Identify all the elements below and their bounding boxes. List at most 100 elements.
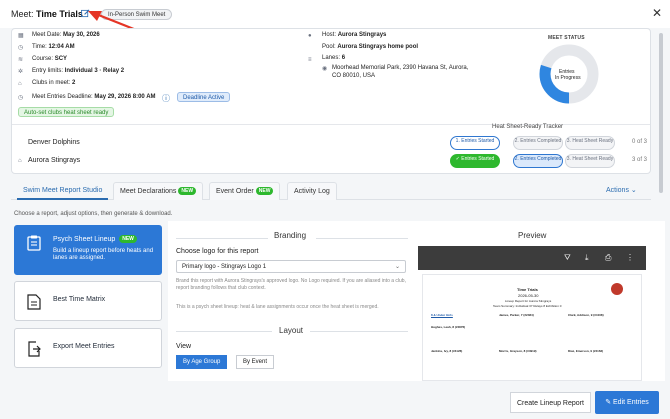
new-badge: NEW <box>255 187 274 195</box>
time-label: Time: <box>32 44 47 50</box>
denver-step-count: 0 of 3 <box>632 139 648 145</box>
club-name-aurora: Aurora Stingrays <box>28 157 81 164</box>
logo-select[interactable]: Primary logo - Stingrays Logo 1 ⌄ <box>176 260 406 273</box>
create-lineup-report-button[interactable]: Create Lineup Report <box>510 392 591 413</box>
tab-meet-declarations[interactable]: Meet Declarations NEW <box>113 182 204 200</box>
logo-select-value: Primary logo - Stingrays Logo 1 <box>182 264 267 270</box>
new-badge: NEW <box>178 187 197 195</box>
view-by-age-group-button[interactable]: By Age Group <box>176 355 228 369</box>
new-badge: NEW <box>119 235 137 243</box>
swimmer-icon: ✲ <box>18 69 24 75</box>
download-icon[interactable]: ⤓ <box>585 253 589 263</box>
report-best-time-matrix[interactable]: Best Time Matrix <box>14 281 162 321</box>
meet-name: Time Trials <box>36 9 83 19</box>
clubs-label: Clubs in meet: <box>32 80 71 86</box>
report-export-meet-entries[interactable]: Export Meet Entries <box>14 328 162 368</box>
layout-rule-left <box>176 331 272 332</box>
export-meet-entries-title: Export Meet Entries <box>53 343 115 350</box>
preview-heading: Preview <box>518 231 547 240</box>
actions-menu[interactable]: Actions ⌄ <box>606 186 637 194</box>
meet-info-card: ▦ Meet Date: May 30, 2026 ◷ Time: 12:04 … <box>11 28 651 174</box>
tab-meet-declarations-label: Meet Declarations <box>120 188 177 195</box>
doc-name: James, Parker, 7 (#2484) <box>499 313 534 317</box>
team-logo <box>611 283 623 295</box>
edit-entries-label: Edit Entries <box>613 399 649 406</box>
course-label: Course: <box>32 56 54 62</box>
entry-limits: Individual 3 · Relay 2 <box>64 68 125 74</box>
clock-icon: ◷ <box>18 45 24 51</box>
clipboard-icon <box>27 235 41 251</box>
document-icon <box>27 294 41 310</box>
tab-activity-log[interactable]: Activity Log <box>287 182 337 200</box>
lanes-value: 6 <box>341 55 346 61</box>
doc-date: 2026-05-30 <box>518 293 539 298</box>
doc-summary: Team Summary: Individual 37 Relays 8 Exh… <box>493 304 562 308</box>
branding-rule-right <box>316 238 408 239</box>
tab-event-order-label: Event Order <box>216 188 254 195</box>
host-label: Host: <box>322 32 337 38</box>
branding-rule-left <box>176 238 268 239</box>
branding-note: Brand this report with Aurora Stingrays'… <box>176 278 406 291</box>
host-value: Aurora Stingrays <box>337 32 387 38</box>
tab-bar: Swim Meet Report Studio Meet Declaration… <box>11 182 651 200</box>
tab-report-studio-label: Swim Meet Report Studio <box>23 187 103 194</box>
club-name-denver: Denver Dolphins <box>28 139 80 146</box>
instruction-text: Choose a report, adjust options, then ge… <box>14 211 173 217</box>
course-value: SCY <box>54 56 68 62</box>
psych-sheet-subtitle: Build a lineup report before heats and l… <box>53 248 154 261</box>
report-psych-sheet-lineup[interactable]: Psych Sheet Lineup NEW Build a lineup re… <box>14 225 162 275</box>
info-icon[interactable]: ⓘ <box>162 93 170 104</box>
meet-label: Meet: <box>11 9 34 19</box>
report-preview: ⛛ ⤓ ⎙ ⋮ Time Trials 2026-05-30 Lineup Re… <box>418 246 646 381</box>
doc-subtitle: Lineup Report for Aurora Stingrays <box>505 299 552 303</box>
deadline-active-badge: Deadline Active <box>177 92 231 102</box>
view-label: View <box>176 343 192 350</box>
logo-label: Choose logo for this report <box>176 248 259 255</box>
layout-heading: Layout <box>279 326 304 335</box>
drive-icon[interactable]: ⛛ <box>564 253 571 263</box>
doc-group-heading: 8 & Under Girls <box>431 313 453 317</box>
export-icon <box>28 341 41 357</box>
doc-name: Hughes, Leah, 8 (#4876) <box>431 325 466 329</box>
meet-date-label: Meet Date: <box>32 32 62 38</box>
tracker-title: Heat Sheet-Ready Tracker <box>492 124 564 130</box>
pool-label: Pool: <box>322 44 336 50</box>
meet-date: May 30, 2026 <box>63 32 100 38</box>
layout-rule-right <box>310 331 408 332</box>
address-line2: CO 80010, USA <box>332 73 376 79</box>
aurora-step-entries-started: ✓ Entries Started <box>450 154 500 168</box>
close-icon[interactable]: ✕ <box>652 6 662 20</box>
pool-icon: ≋ <box>18 57 24 63</box>
tab-event-order[interactable]: Event Order NEW <box>209 182 281 200</box>
denver-step-heat-sheet-ready: 3. Heat Sheet Ready <box>565 136 615 150</box>
doc-name: Morris, Grayson, 8 (#4919) <box>499 349 537 353</box>
tab-report-studio[interactable]: Swim Meet Report Studio <box>17 182 109 200</box>
edit-entries-button[interactable]: ✎ Edit Entries <box>595 391 659 414</box>
deadline-label: Meet Entries Deadline: <box>32 94 93 100</box>
clubs-icon: ⌂ <box>18 81 22 87</box>
user-icon: ● <box>308 33 312 39</box>
lanes-icon: ≡ <box>308 57 312 63</box>
doc-name: Clark, Addison, 9 (#4108) <box>568 313 604 317</box>
more-vert-icon[interactable]: ⋮ <box>626 253 634 262</box>
location-pin-icon: ◉ <box>322 66 328 72</box>
tab-activity-log-label: Activity Log <box>294 188 330 195</box>
preview-document: Time Trials 2026-05-30 Lineup Report for… <box>422 274 642 381</box>
doc-name: Diaz, Emerson, 9 (#4162) <box>568 349 604 353</box>
print-icon[interactable]: ⎙ <box>605 253 611 263</box>
actions-label: Actions <box>606 187 629 194</box>
home-icon: ⌂ <box>18 158 22 164</box>
auto-set-badge: Auto-set clubs heat sheet ready <box>18 107 115 117</box>
aurora-step-count: 3 of 3 <box>632 157 648 163</box>
deadline-value: May 29, 2026 8:00 AM <box>94 94 156 100</box>
preview-toolbar: ⛛ ⤓ ⎙ ⋮ <box>418 246 646 270</box>
aurora-step-heat-sheet-ready: 3. Heat Sheet Ready <box>565 154 615 168</box>
status-line2: In Progress <box>555 75 581 81</box>
view-by-event-button[interactable]: By Event <box>236 355 275 369</box>
scrollbar[interactable] <box>659 33 663 193</box>
pool-value: Aurora Stingrays home pool <box>337 44 419 50</box>
entry-limits-label: Entry limits: <box>32 68 64 74</box>
lanes-label: Lanes: <box>322 55 341 61</box>
doc-title: Time Trials <box>517 287 538 292</box>
doc-name: Jenkins, Ivy, 8 (#4126) <box>431 349 463 353</box>
